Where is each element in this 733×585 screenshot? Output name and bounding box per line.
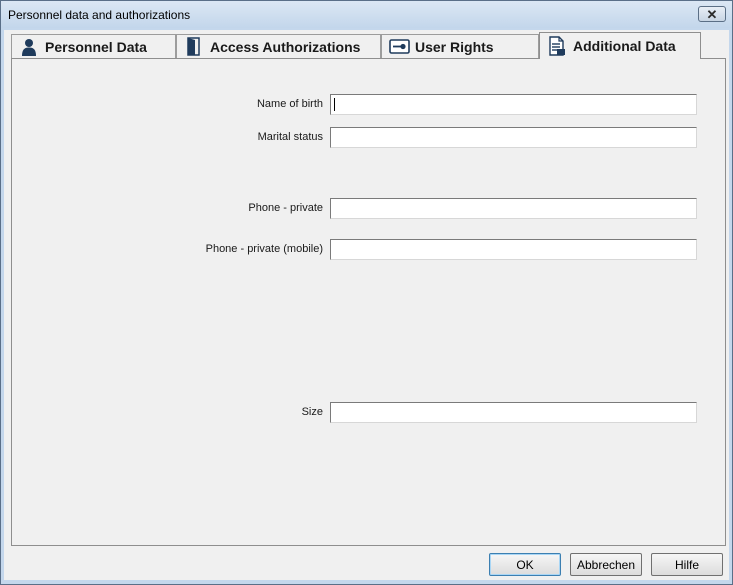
dialog-client-area: Personnel Data Access Authorizations Use… [4,30,729,580]
marital-status-field[interactable] [330,127,697,148]
phone-mobile-field[interactable] [330,239,697,260]
close-icon: ✕ [706,6,718,22]
phone-private-label: Phone - private [248,202,323,214]
size-field[interactable] [330,402,697,423]
tab-personnel-data[interactable]: Personnel Data [11,34,176,58]
text-caret [334,98,335,111]
name-of-birth-label: Name of birth [256,98,323,110]
size-label: Size [301,406,323,418]
close-button[interactable]: ✕ [698,6,726,22]
additional-data-panel: Name of birth Marital status Phone - pri… [11,58,726,546]
tab-user-rights[interactable]: User Rights [381,34,539,58]
tab-label: Additional Data [573,38,676,54]
dialog-window: Personnel data and authorizations ✕ Pers… [0,0,733,585]
marital-status-label: Marital status [257,131,323,143]
key-card-icon [388,37,410,57]
document-icon [546,36,568,56]
ok-button[interactable]: OK [489,553,561,576]
cancel-button[interactable]: Abbrechen [570,553,642,576]
tab-access-authorizations[interactable]: Access Authorizations [176,34,381,58]
window-title: Personnel data and authorizations [8,8,191,22]
tab-label: Access Authorizations [210,38,361,55]
tab-additional-data[interactable]: Additional Data [539,32,701,59]
name-of-birth-field[interactable] [330,94,697,115]
phone-private-field[interactable] [330,198,697,219]
help-button[interactable]: Hilfe [651,553,723,576]
door-icon [183,37,205,57]
tab-label: User Rights [415,38,494,55]
person-icon [18,37,40,57]
phone-mobile-label: Phone - private (mobile) [205,243,323,255]
tab-label: Personnel Data [45,38,147,55]
title-bar[interactable]: Personnel data and authorizations ✕ [1,1,732,28]
